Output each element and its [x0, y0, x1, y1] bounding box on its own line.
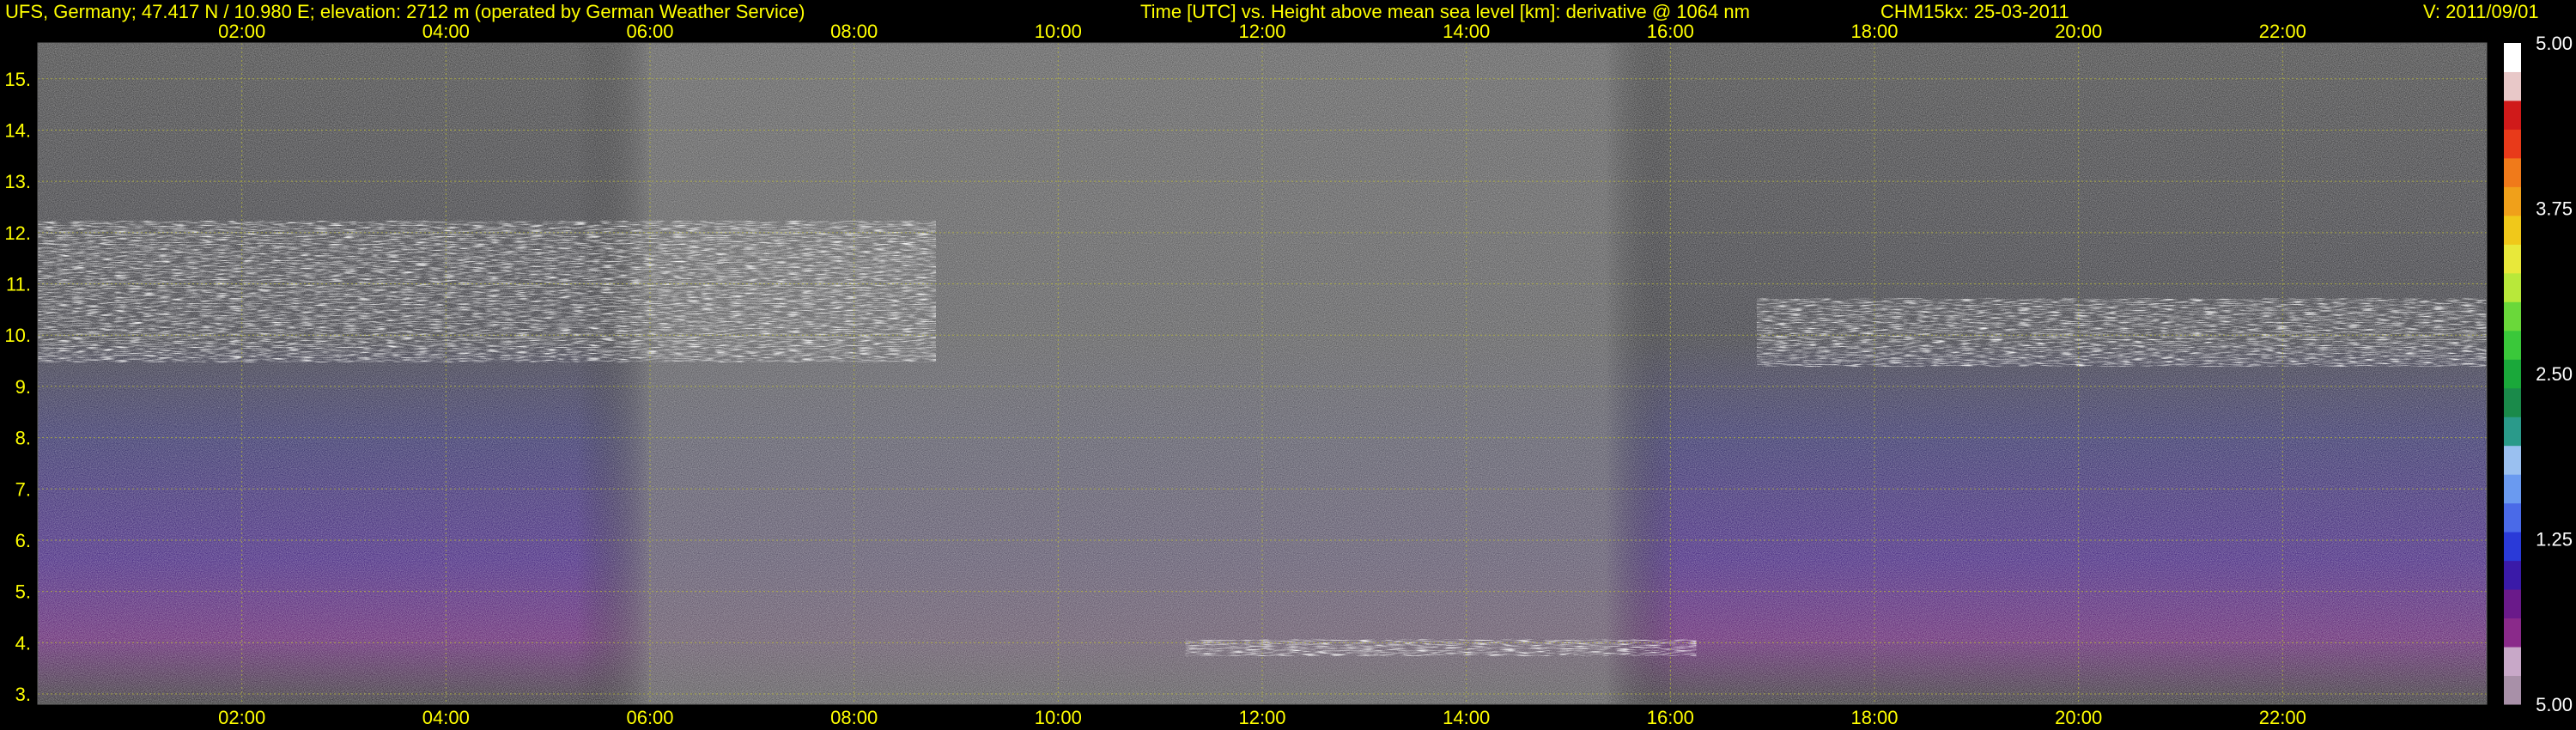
y-tick-label: 6. [15, 530, 31, 551]
x-tick-label-bottom: 12:00 [1238, 707, 1285, 728]
y-tick-label: 4. [15, 632, 31, 654]
colorbar-segment [2504, 244, 2521, 274]
y-tick-label: 12. [4, 222, 31, 244]
colorbar-segment [2504, 330, 2521, 360]
y-tick-label: 15. [4, 69, 31, 90]
ceilometer-chart: 02:00 04:00 06:00 08:00 10:00 12:00 14:00 16:00… [4, 21, 2573, 728]
colorbar-tick-label: 3.75 [2536, 198, 2573, 220]
colorbar-segment [2504, 387, 2521, 417]
y-tick-label: 3. [15, 684, 31, 705]
x-tick-label-top: 22:00 [2259, 21, 2306, 42]
x-tick-label-top: 16:00 [1647, 21, 1694, 42]
colorbar-segment [2504, 272, 2521, 302]
colorbar-segment [2504, 43, 2521, 72]
x-tick-label-top: 04:00 [422, 21, 470, 42]
colorbar-segment [2504, 532, 2521, 562]
colorbar-segment [2504, 589, 2521, 619]
x-tick-label-bottom: 18:00 [1850, 707, 1898, 728]
colorbar-segment [2504, 71, 2521, 101]
colorbar-segment [2504, 157, 2521, 187]
colorbar-segment [2504, 359, 2521, 389]
x-tick-label-bottom: 08:00 [830, 707, 878, 728]
cloud-layer [1823, 304, 2487, 362]
x-tick-label-top: 12:00 [1238, 21, 1285, 42]
y-axis: 3. 4. 5. 6. 7. 8. 9. 10. 11. 12. 13. 14. 15. [4, 69, 31, 705]
x-tick-label-bottom: 22:00 [2259, 707, 2306, 728]
x-tick-label-bottom: 04:00 [422, 707, 470, 728]
y-tick-label: 8. [15, 428, 31, 449]
x-tick-label-bottom: 06:00 [626, 707, 673, 728]
colorbar-segment [2504, 186, 2521, 216]
x-tick-label-top: 20:00 [2055, 21, 2102, 42]
y-tick-label: 5. [15, 581, 31, 603]
colorbar: 5.00 3.75 2.50 1.25 5.00 [2504, 33, 2573, 715]
colorbar-segment [2504, 445, 2521, 475]
x-axis-top: 02:00 04:00 06:00 08:00 10:00 12:00 14:00 16:00… [218, 21, 2306, 42]
x-tick-label-top: 02:00 [218, 21, 265, 42]
colorbar-segment [2504, 100, 2521, 130]
colorbar-segment [2504, 502, 2521, 532]
y-tick-label: 11. [6, 274, 31, 295]
colorbar-segment [2504, 129, 2521, 159]
x-tick-label-top: 18:00 [1850, 21, 1898, 42]
x-tick-label-bottom: 20:00 [2055, 707, 2102, 728]
colorbar-segment [2504, 417, 2521, 447]
x-tick-label-top: 08:00 [830, 21, 878, 42]
x-tick-label-bottom: 16:00 [1647, 707, 1694, 728]
x-tick-label-bottom: 14:00 [1443, 707, 1490, 728]
colorbar-segment [2504, 215, 2521, 245]
x-axis-bottom: 02:00 04:00 06:00 08:00 10:00 12:00 14:00 16:00… [218, 707, 2306, 728]
colorbar-segment [2504, 560, 2521, 590]
colorbar-segment [2504, 474, 2521, 504]
colorbar-segment [2504, 301, 2521, 332]
colorbar-tick-label: 5.00 [2536, 33, 2573, 54]
y-tick-label: 10. [4, 325, 31, 346]
colorbar-segment [2504, 647, 2521, 677]
y-tick-label: 9. [15, 376, 31, 398]
colorbar-segment [2504, 675, 2521, 705]
y-tick-label: 14. [4, 119, 31, 141]
colorbar-tick-label: 1.25 [2536, 529, 2573, 551]
colorbar-segment [2504, 617, 2521, 648]
y-tick-label: 7. [15, 478, 31, 500]
colorbar-tick-label: 2.50 [2536, 363, 2573, 385]
x-tick-label-top: 14:00 [1443, 21, 1490, 42]
colorbar-tick-label: 5.00 [2536, 694, 2573, 715]
x-tick-label-top: 10:00 [1035, 21, 1082, 42]
x-tick-label-bottom: 02:00 [218, 707, 265, 728]
x-tick-label-top: 06:00 [626, 21, 673, 42]
y-tick-label: 13. [4, 171, 31, 192]
x-tick-label-bottom: 10:00 [1035, 707, 1082, 728]
